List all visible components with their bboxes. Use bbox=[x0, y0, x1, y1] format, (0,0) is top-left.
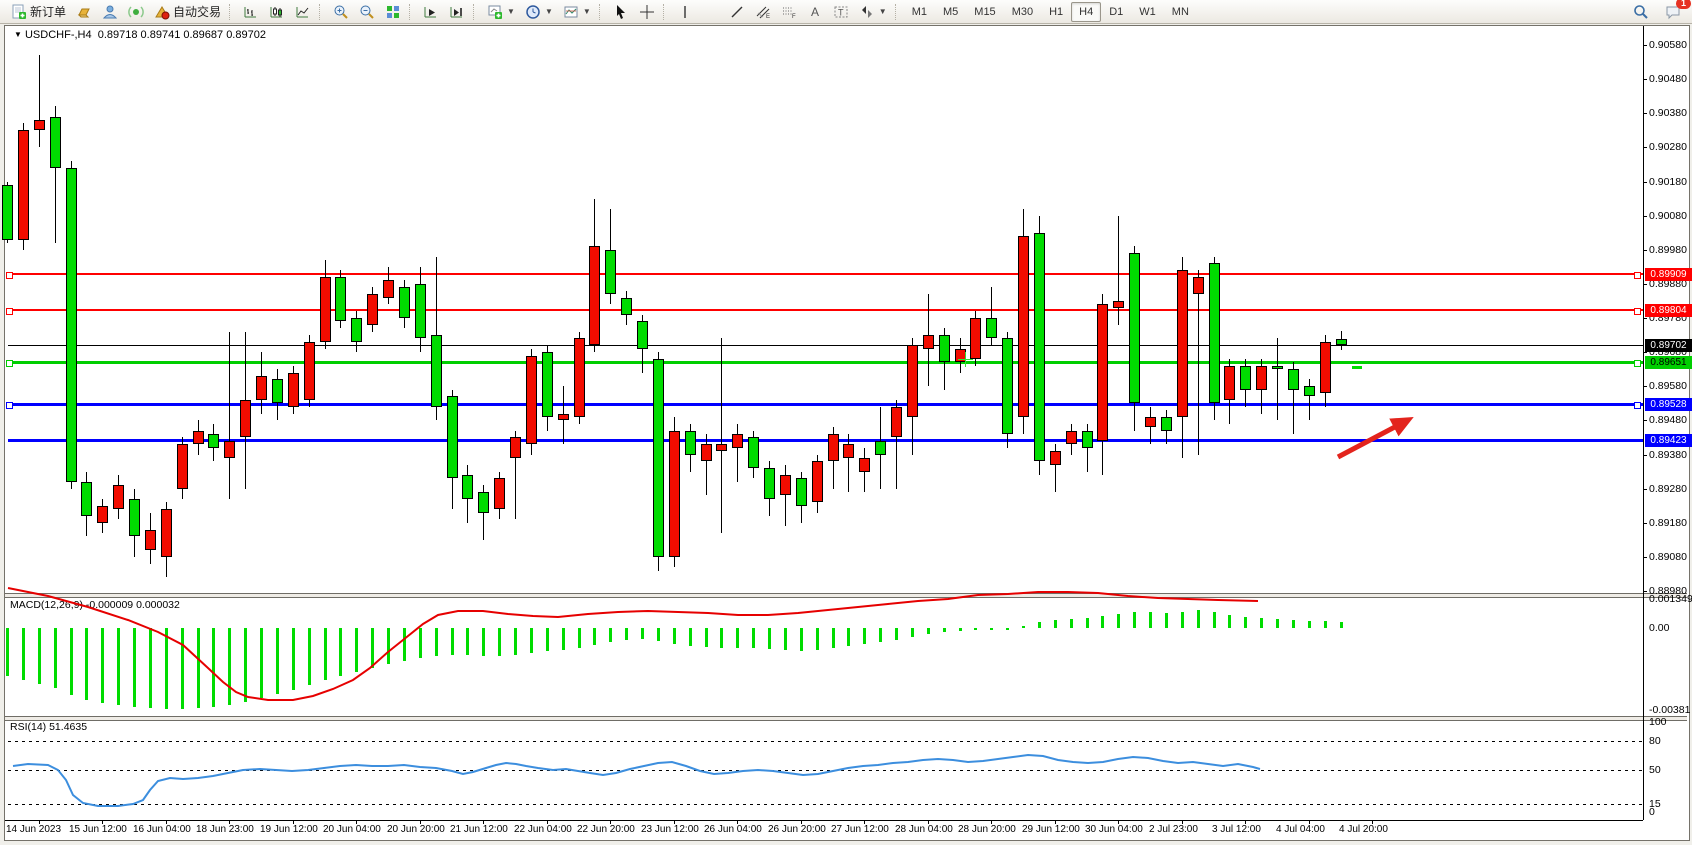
zoom-out-icon bbox=[359, 4, 375, 20]
search-button[interactable] bbox=[1628, 1, 1654, 23]
line-chart-button[interactable] bbox=[290, 1, 316, 23]
collapse-icon[interactable]: ▼ bbox=[14, 30, 22, 39]
zoom-in-icon bbox=[333, 4, 349, 20]
line-chart-icon bbox=[295, 4, 311, 20]
main-toolbar: 新订单 自动交易 bbox=[0, 0, 1692, 24]
separator bbox=[229, 4, 235, 20]
search-icon bbox=[1633, 4, 1649, 20]
text-label-icon: T bbox=[833, 4, 849, 20]
timeframe-group: M1M5M15M30H1H4D1W1MN bbox=[904, 0, 1197, 23]
tab-timeframe-h4[interactable]: H4 bbox=[1071, 2, 1101, 22]
fibonacci-button[interactable]: F bbox=[776, 1, 802, 23]
text-button[interactable]: A bbox=[802, 1, 828, 23]
svg-text:T: T bbox=[838, 7, 844, 17]
new-order-icon bbox=[11, 4, 27, 20]
equidistant-channel-icon: E bbox=[755, 4, 771, 20]
notification-badge: 1 bbox=[1676, 0, 1691, 9]
separator bbox=[473, 4, 479, 20]
templates-dropdown[interactable]: ▼ bbox=[558, 1, 596, 23]
crosshair-button[interactable] bbox=[634, 1, 660, 23]
fibonacci-icon: F bbox=[781, 4, 797, 20]
arrows-icon bbox=[859, 4, 875, 20]
gold-button[interactable] bbox=[71, 1, 97, 23]
community-icon bbox=[102, 4, 118, 20]
new-order-label: 新订单 bbox=[30, 3, 66, 20]
clock-icon bbox=[525, 4, 541, 20]
tab-timeframe-m15[interactable]: M15 bbox=[966, 2, 1003, 22]
chevron-down-icon: ▼ bbox=[583, 7, 591, 16]
chart-title-ohlc: 0.89718 0.89741 0.89687 0.89702 bbox=[98, 29, 266, 41]
svg-text:F: F bbox=[792, 14, 796, 20]
svg-text:A: A bbox=[811, 5, 819, 19]
signals-button[interactable] bbox=[123, 1, 149, 23]
auto-trading-button[interactable]: 自动交易 bbox=[149, 0, 226, 23]
chevron-down-icon: ▼ bbox=[507, 7, 515, 16]
text-icon: A bbox=[807, 4, 823, 20]
tab-timeframe-d1[interactable]: D1 bbox=[1101, 2, 1131, 22]
arrows-dropdown[interactable]: ▼ bbox=[854, 1, 892, 23]
tab-timeframe-m5[interactable]: M5 bbox=[935, 2, 966, 22]
equidistant-channel-button[interactable]: E bbox=[750, 1, 776, 23]
cursor-button[interactable] bbox=[608, 1, 634, 23]
separator bbox=[319, 4, 325, 20]
auto-trading-icon bbox=[154, 4, 170, 20]
tile-windows-icon bbox=[385, 4, 401, 20]
tab-timeframe-m30[interactable]: M30 bbox=[1004, 2, 1041, 22]
svg-text:E: E bbox=[766, 14, 770, 20]
vertical-line-button[interactable] bbox=[672, 1, 698, 23]
chart-shift-icon bbox=[449, 4, 465, 20]
separator bbox=[409, 4, 415, 20]
templates-icon bbox=[563, 4, 579, 20]
tab-timeframe-w1[interactable]: W1 bbox=[1131, 2, 1164, 22]
chevron-down-icon: ▼ bbox=[879, 7, 887, 16]
horizontal-line-button[interactable] bbox=[698, 1, 724, 23]
mt4-terminal: 新订单 自动交易 bbox=[0, 0, 1692, 845]
cursor-icon bbox=[613, 4, 629, 20]
crosshair-icon bbox=[639, 4, 655, 20]
community-button[interactable] bbox=[97, 1, 123, 23]
vertical-line-icon bbox=[677, 4, 693, 20]
gold-icon bbox=[76, 4, 92, 20]
tile-windows-button[interactable] bbox=[380, 1, 406, 23]
bar-chart-button[interactable] bbox=[238, 1, 264, 23]
auto-scroll-button[interactable] bbox=[418, 1, 444, 23]
candlestick-icon bbox=[269, 4, 285, 20]
auto-scroll-icon bbox=[423, 4, 439, 20]
zoom-in-button[interactable] bbox=[328, 1, 354, 23]
chart-title: ▼ USDCHF-,H4 0.89718 0.89741 0.89687 0.8… bbox=[14, 29, 266, 41]
trendline-icon bbox=[729, 4, 745, 20]
period-dropdown[interactable]: ▼ bbox=[520, 1, 558, 23]
horizontal-line-icon bbox=[703, 4, 719, 20]
trendline-button[interactable] bbox=[724, 1, 750, 23]
candlestick-button[interactable] bbox=[264, 1, 290, 23]
separator bbox=[895, 4, 901, 20]
tab-timeframe-h1[interactable]: H1 bbox=[1041, 2, 1071, 22]
chevron-down-icon: ▼ bbox=[545, 7, 553, 16]
new-chart-dropdown[interactable]: ▼ bbox=[482, 1, 520, 23]
tab-timeframe-m1[interactable]: M1 bbox=[904, 2, 935, 22]
separator bbox=[663, 4, 669, 20]
new-order-button[interactable]: 新订单 bbox=[6, 0, 71, 23]
auto-trading-label: 自动交易 bbox=[173, 3, 221, 20]
separator bbox=[599, 4, 605, 20]
chart-shift-button[interactable] bbox=[444, 1, 470, 23]
zoom-out-button[interactable] bbox=[354, 1, 380, 23]
notifications-button[interactable]: 1 bbox=[1660, 1, 1686, 23]
new-chart-icon bbox=[487, 4, 503, 20]
chart-window bbox=[4, 25, 1690, 841]
bar-chart-icon bbox=[243, 4, 259, 20]
text-label-button[interactable]: T bbox=[828, 1, 854, 23]
chart-title-symbol: USDCHF-,H4 bbox=[25, 29, 92, 41]
tab-timeframe-mn[interactable]: MN bbox=[1164, 2, 1197, 22]
signals-icon bbox=[128, 4, 144, 20]
